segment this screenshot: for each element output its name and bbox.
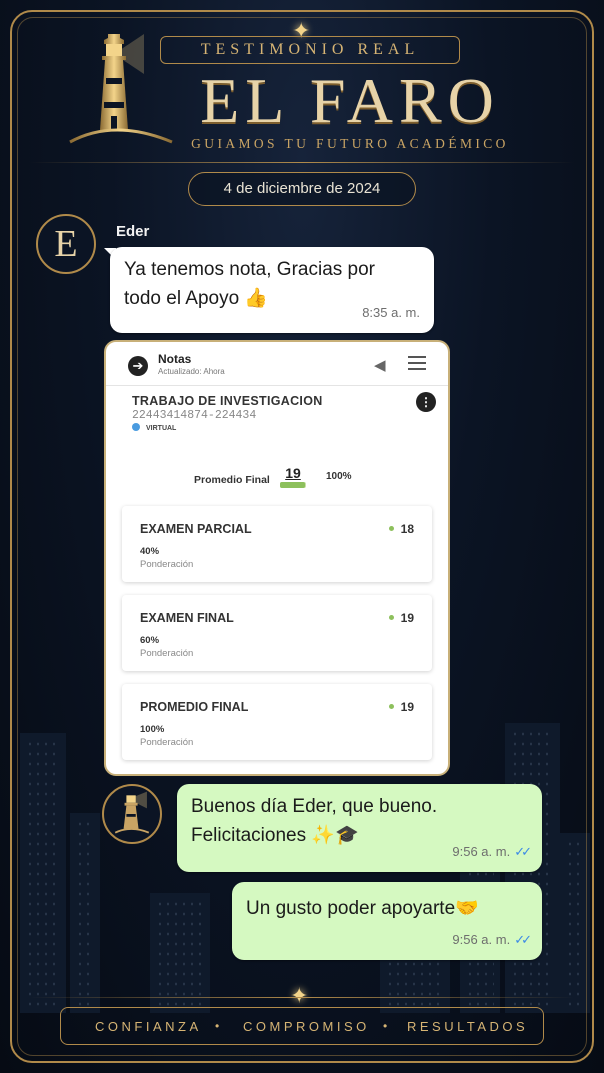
divider <box>30 997 574 998</box>
date-separator: 4 de diciembre de 2024 <box>188 172 416 206</box>
grade-value: 18 <box>389 522 414 536</box>
testimonial-tag: TESTIMONIO REAL <box>160 36 460 64</box>
footer-separator: • <box>215 1019 220 1033</box>
avatar <box>102 784 162 844</box>
grade-item[interactable]: EXAMEN FINAL 19 60% Ponderación <box>122 595 432 671</box>
sender-name: Eder <box>116 223 150 240</box>
grade-value: 19 <box>389 611 414 625</box>
final-average-grade: 19 <box>285 465 301 481</box>
grade-weight-label: Ponderación <box>140 737 194 748</box>
grade-item[interactable]: EXAMEN PARCIAL 18 40% Ponderación <box>122 506 432 582</box>
course-code: 22443414874-224434 <box>132 409 257 422</box>
message-line: Ya tenemos nota, Gracias por <box>124 259 375 280</box>
footer-values: CONFIANZA • COMPROMISO • RESULTADOS <box>60 1007 544 1045</box>
message-line: Un gusto poder apoyarte🤝 <box>246 898 479 919</box>
grade-name: EXAMEN PARCIAL <box>140 522 252 536</box>
lighthouse-icon <box>114 791 150 834</box>
screenshot-header: ➔ Notas Actualizado: Ahora ◀ <box>106 342 448 386</box>
message-bubble-outgoing[interactable]: Buenos día Eder, que bueno. Felicitacion… <box>177 784 542 872</box>
brand-title: EL FARO <box>200 65 500 136</box>
avatar: E <box>36 214 96 274</box>
footer-item: RESULTADOS <box>407 1019 529 1034</box>
grade-weight-label: Ponderación <box>140 648 194 659</box>
course-name: TRABAJO DE INVESTIGACION <box>132 394 323 408</box>
back-arrow-icon: ➔ <box>128 356 148 376</box>
final-average-percent: 100% <box>326 471 352 482</box>
grade-item[interactable]: PROMEDIO FINAL 19 100% Ponderación <box>122 684 432 760</box>
read-check-icon: ✓✓ <box>514 932 532 947</box>
grade-name: PROMEDIO FINAL <box>140 700 249 714</box>
grades-screenshot[interactable]: ➔ Notas Actualizado: Ahora ◀ TRABAJO DE … <box>104 340 450 776</box>
message-time: 9:56 a. m. ✓✓ <box>452 844 532 859</box>
message-time: 8:35 a. m. <box>362 305 420 320</box>
final-average-label: Promedio Final <box>194 474 270 486</box>
megaphone-icon: ◀ <box>374 357 386 374</box>
message-line: Buenos día Eder, que bueno. <box>191 796 438 817</box>
message-bubble-outgoing[interactable]: Un gusto poder apoyarte🤝 9:56 a. m. ✓✓ <box>232 882 542 960</box>
grade-weight: 60% <box>140 635 160 646</box>
final-average-bar <box>280 482 306 488</box>
footer-item: CONFIANZA <box>95 1019 202 1034</box>
message-bubble-incoming[interactable]: Ya tenemos nota, Gracias por todo el Apo… <box>110 247 434 333</box>
testimonial-poster: ✦ ✦ TESTIMONIO REAL EL FARO GUIAMOS TU F… <box>0 0 604 1073</box>
footer-item: COMPROMISO <box>243 1019 370 1034</box>
divider <box>30 162 574 163</box>
screenshot-title: Notas <box>158 352 192 366</box>
grade-weight: 100% <box>140 724 165 735</box>
sparkle-icon: ✦ <box>290 983 309 1008</box>
menu-icon <box>408 356 426 374</box>
read-check-icon: ✓✓ <box>514 844 532 859</box>
brand-tagline: GUIAMOS TU FUTURO ACADÉMICO <box>191 136 509 151</box>
message-time: 9:56 a. m. ✓✓ <box>452 932 532 947</box>
footer-separator: • <box>383 1019 388 1033</box>
grade-value: 19 <box>389 700 414 714</box>
grade-weight-label: Ponderación <box>140 559 194 570</box>
more-icon: ⋮ <box>416 392 436 412</box>
grade-weight: 40% <box>140 546 160 557</box>
screenshot-subtitle: Actualizado: Ahora <box>158 367 225 376</box>
grade-name: EXAMEN FINAL <box>140 611 234 625</box>
course-mode: VIRTUAL <box>132 423 176 432</box>
